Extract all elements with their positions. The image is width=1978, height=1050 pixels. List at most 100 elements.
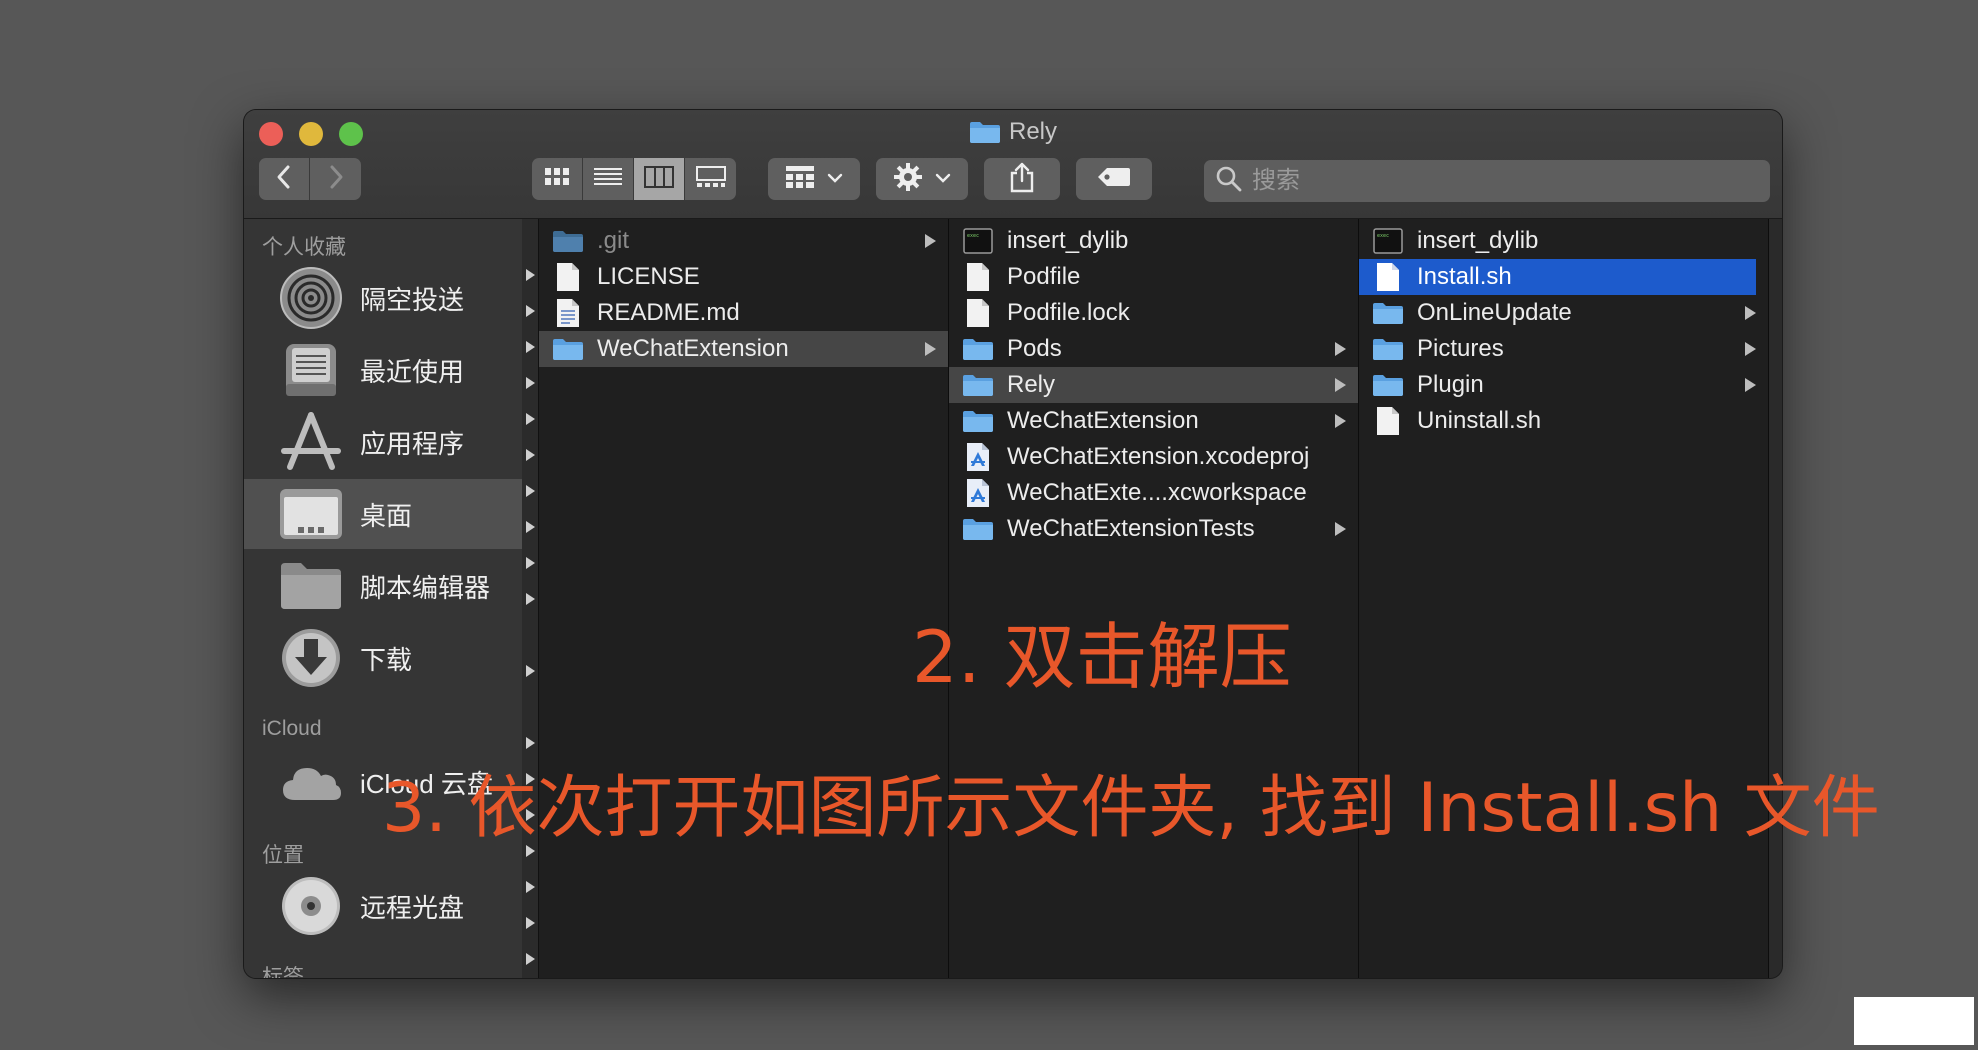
item-name: Podfile [1007, 263, 1081, 290]
folder-icon [969, 120, 1001, 153]
list-item[interactable]: .git [539, 223, 948, 259]
list-item[interactable]: Rely [949, 367, 1358, 403]
folder-icon [961, 334, 995, 364]
folder-icon [961, 406, 995, 436]
sidebar-item-recents[interactable]: 最近使用 [244, 335, 522, 405]
tag-icon [1097, 167, 1131, 192]
sidebar-item-label: 下载 [360, 644, 413, 675]
item-name: insert_dylib [1417, 227, 1539, 254]
sidebar-item-airdrop[interactable]: 隔空投送 [244, 263, 522, 333]
xcode-workspace-icon [961, 478, 995, 508]
window-title-text: Rely [1008, 118, 1057, 145]
list-item[interactable]: OnLineUpdate [1359, 295, 1768, 331]
item-name: Plugin [1417, 371, 1484, 398]
sidebar-item-remote-disc[interactable]: 远程光盘 [244, 871, 522, 941]
folder-icon [1371, 298, 1405, 328]
list-item[interactable]: WeChatExtension.xcodeproj [949, 439, 1358, 475]
disclosure-arrow-icon [1335, 522, 1346, 536]
chevron-right-icon [327, 164, 345, 195]
item-name: insert_dylib [1007, 227, 1129, 254]
list-item[interactable]: Install.sh [1359, 259, 1756, 295]
list-item[interactable]: WeChatExtensionTests [949, 511, 1358, 547]
chevron-left-icon [275, 164, 293, 195]
svg-text:exec: exec [967, 233, 979, 239]
gallery-view-button[interactable] [685, 158, 736, 200]
xcode-project-icon [961, 442, 995, 472]
disclosure-arrow-icon [1745, 342, 1756, 356]
disclosure-arrow-icon [925, 342, 936, 356]
column-view-button[interactable] [634, 158, 685, 200]
list-item[interactable]: Pods [949, 331, 1358, 367]
list-item[interactable]: exec insert_dylib [1359, 223, 1768, 259]
sidebar-item-applications[interactable]: 应用程序 [244, 407, 522, 477]
corner-white-block [1854, 997, 1974, 1045]
list-item[interactable]: README.md [539, 295, 948, 331]
item-name: WeChatExtension.xcodeproj [1007, 443, 1310, 470]
item-name: README.md [597, 299, 740, 326]
list-item[interactable]: Plugin [1359, 367, 1768, 403]
applications-icon [276, 411, 346, 473]
icon-view-button[interactable] [532, 158, 583, 200]
sidebar-header-locations: 位置 [262, 844, 304, 867]
sidebar-item-label: 最近使用 [360, 356, 465, 387]
list-item[interactable]: LICENSE [539, 259, 948, 295]
annotation-step3: 3. 依次打开如图所示文件夹, 找到 Install.sh 文件 [382, 769, 1880, 848]
search-field[interactable] [1204, 160, 1770, 202]
column-view-icon [644, 165, 674, 193]
sidebar-header-favorites: 个人收藏 [262, 236, 346, 259]
list-item[interactable]: WeChatExtension [539, 331, 948, 367]
sidebar-item-downloads[interactable]: 下载 [244, 623, 522, 693]
folder-icon [551, 334, 585, 364]
search-icon [1216, 166, 1242, 197]
search-input[interactable] [1250, 166, 1754, 196]
list-item[interactable]: WeChatExtension [949, 403, 1358, 439]
gear-icon [893, 162, 923, 197]
terminal-exec-icon: exec [1371, 226, 1405, 256]
right-scroll-strip [1769, 219, 1782, 978]
chevron-down-icon [827, 170, 843, 188]
item-name: WeChatExtensionTests [1007, 515, 1255, 542]
sidebar: 个人收藏 隔空投送 最近使用 应用程序 桌面 脚本编辑器 下载 iCloud i… [244, 219, 523, 978]
terminal-exec-icon: exec [961, 226, 995, 256]
item-name: Pods [1007, 335, 1062, 362]
folder-icon [551, 226, 585, 256]
disclosure-arrow-icon [1335, 342, 1346, 356]
list-view-button[interactable] [583, 158, 634, 200]
item-name: LICENSE [597, 263, 700, 290]
recents-icon [276, 339, 346, 401]
tag-button[interactable] [1076, 158, 1152, 200]
titlebar: Rely [244, 110, 1782, 219]
sidebar-item-script-editor[interactable]: 脚本编辑器 [244, 551, 522, 621]
text-file-icon [551, 298, 585, 328]
forward-button[interactable] [310, 158, 361, 200]
list-item[interactable]: Podfile.lock [949, 295, 1358, 331]
chevron-down-icon [935, 170, 951, 188]
file-icon [551, 262, 585, 292]
sidebar-item-desktop[interactable]: 桌面 [244, 479, 522, 549]
list-item[interactable]: Podfile [949, 259, 1358, 295]
list-item[interactable]: WeChatExte....xcworkspace [949, 475, 1358, 511]
folder-icon [961, 370, 995, 400]
sidebar-header-tags: 标签 [262, 966, 304, 978]
browser-column-3: exec insert_dylib Install.sh OnLineUpdat… [1359, 219, 1769, 978]
list-item[interactable]: Uninstall.sh [1359, 403, 1768, 439]
window-title: Rely [244, 116, 1782, 153]
sidebar-item-label: 脚本编辑器 [360, 572, 491, 603]
item-name: Install.sh [1417, 263, 1512, 290]
disc-icon [276, 875, 346, 937]
airdrop-icon [276, 267, 346, 329]
item-name: Podfile.lock [1007, 299, 1130, 326]
item-name: WeChatExte....xcworkspace [1007, 479, 1307, 506]
action-button[interactable] [876, 158, 968, 200]
sidebar-header-icloud: iCloud [262, 717, 322, 740]
list-view-icon [594, 167, 622, 192]
group-button[interactable] [768, 158, 860, 200]
item-name: WeChatExtension [1007, 407, 1199, 434]
cloud-icon [276, 751, 346, 813]
back-button[interactable] [259, 158, 310, 200]
view-mode-control [532, 158, 736, 200]
share-button[interactable] [984, 158, 1060, 200]
list-item[interactable]: exec insert_dylib [949, 223, 1358, 259]
nav-buttons [259, 158, 361, 200]
list-item[interactable]: Pictures [1359, 331, 1768, 367]
